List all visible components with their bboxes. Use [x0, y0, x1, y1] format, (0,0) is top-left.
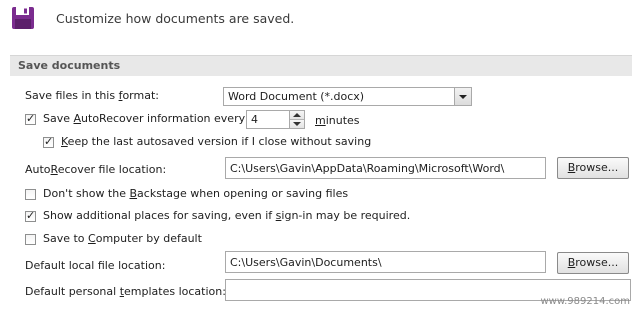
- backstage-label: Don't show the Backstage when opening or…: [43, 187, 349, 200]
- additional-places-label: Show additional places for saving, even …: [43, 209, 411, 222]
- section-title: Save documents: [18, 59, 121, 72]
- autorecover-unit: minutes: [315, 114, 360, 127]
- autorecover-minutes-value: 4: [251, 113, 258, 126]
- keep-last-label: Keep the last autosaved version if I clo…: [61, 135, 372, 148]
- section-header: Save documents: [10, 55, 632, 76]
- default-templates-label: Default personal templates location:: [25, 285, 226, 298]
- autorecover-label: Save AutoRecover information every: [43, 112, 246, 125]
- save-to-computer-label: Save to Computer by default: [43, 232, 202, 245]
- autorecover-location-label: AutoRecover file location:: [25, 163, 167, 176]
- header-text: Customize how documents are saved.: [56, 11, 295, 26]
- keep-last-checkbox[interactable]: [43, 135, 54, 148]
- minutes-spinner[interactable]: [289, 111, 304, 128]
- default-local-value: C:\Users\Gavin\Documents\: [230, 256, 382, 269]
- autorecover-location-value: C:\Users\Gavin\AppData\Roaming\Microsoft…: [230, 162, 505, 175]
- save-to-computer-checkbox[interactable]: [25, 234, 36, 245]
- backstage-checkbox[interactable]: [25, 189, 36, 200]
- default-local-label: Default local file location:: [25, 259, 166, 272]
- save-disk-icon: [11, 6, 35, 30]
- watermark-text: www.989214.com: [540, 296, 630, 307]
- default-local-input[interactable]: C:\Users\Gavin\Documents\: [225, 251, 546, 273]
- default-local-browse-button[interactable]: Browse...: [557, 252, 629, 274]
- autorecover-location-input[interactable]: C:\Users\Gavin\AppData\Roaming\Microsoft…: [225, 157, 546, 179]
- spin-down-icon[interactable]: [290, 120, 304, 128]
- format-value: Word Document (*.docx): [228, 90, 365, 103]
- autorecover-browse-button[interactable]: Browse...: [557, 157, 629, 179]
- autorecover-minutes-input[interactable]: 4: [246, 110, 305, 129]
- additional-places-checkbox[interactable]: [25, 209, 36, 222]
- autorecover-checkbox[interactable]: [25, 112, 36, 125]
- format-dropdown[interactable]: Word Document (*.docx): [223, 87, 472, 106]
- chevron-down-icon[interactable]: [454, 88, 471, 105]
- format-label: Save files in this format:: [25, 89, 159, 102]
- spin-up-icon[interactable]: [290, 111, 304, 120]
